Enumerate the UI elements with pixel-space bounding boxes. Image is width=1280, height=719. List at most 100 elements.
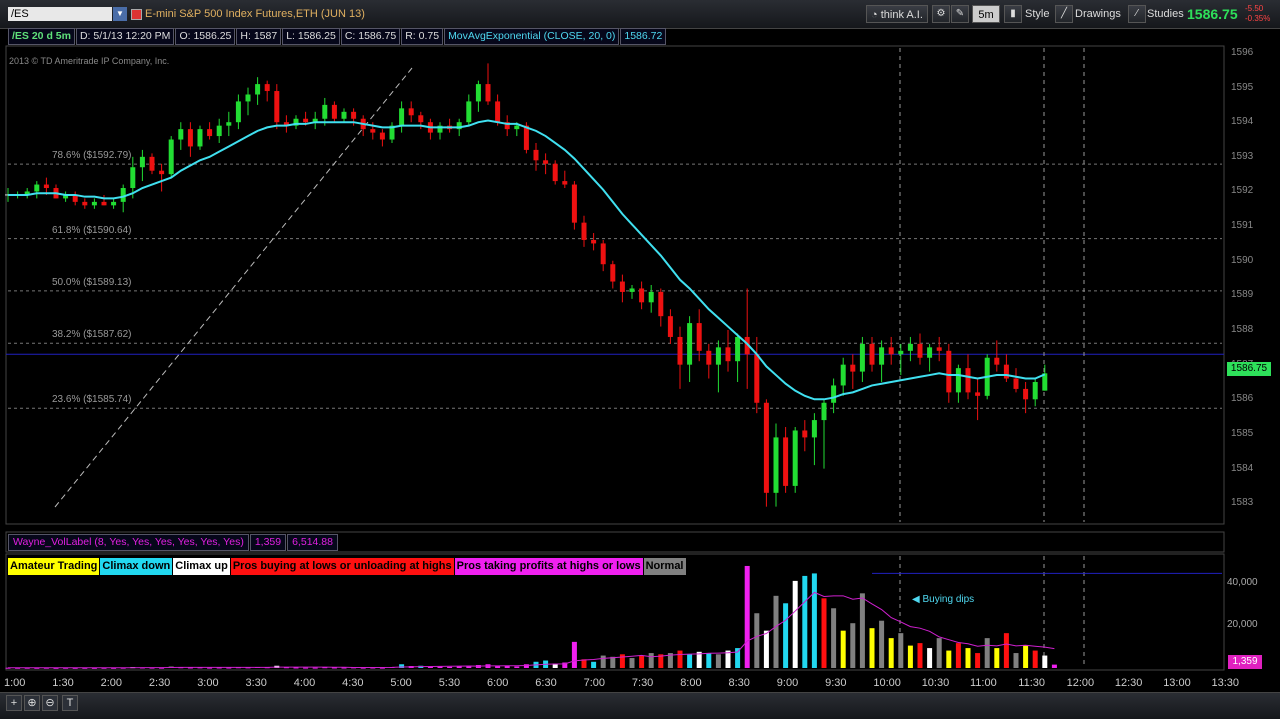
candle-body bbox=[907, 343, 913, 351]
price-axis-label: 1584 bbox=[1231, 462, 1254, 474]
volume-bar bbox=[821, 598, 827, 668]
volume-bar bbox=[293, 667, 299, 669]
candle-body bbox=[965, 368, 971, 393]
volume-bar bbox=[869, 628, 875, 668]
candle-body bbox=[936, 347, 942, 351]
volume-bar bbox=[975, 653, 981, 668]
candle-body bbox=[648, 291, 654, 303]
candle-body bbox=[408, 108, 414, 116]
fib-level-label: 61.8% ($1590.64) bbox=[52, 224, 132, 236]
legend-item: Amateur Trading bbox=[8, 558, 100, 575]
volume-bar bbox=[312, 667, 318, 669]
time-axis-label: 11:00 bbox=[970, 677, 997, 689]
candle-body bbox=[859, 343, 865, 372]
volume-bar bbox=[629, 658, 635, 668]
volume-bar bbox=[754, 613, 760, 668]
legend-item: Climax down bbox=[100, 558, 173, 575]
candle-body bbox=[696, 323, 702, 351]
candle-body bbox=[370, 129, 376, 133]
volume-study-value-2: 6,514.88 bbox=[287, 534, 338, 551]
candle-body bbox=[168, 139, 174, 175]
candle-body bbox=[245, 94, 251, 102]
volume-study-name[interactable]: Wayne_VolLabel (8, Yes, Yes, Yes, Yes, Y… bbox=[8, 534, 249, 551]
candle-body bbox=[639, 288, 645, 303]
candle-body bbox=[1032, 381, 1038, 400]
candle-body bbox=[754, 354, 760, 403]
time-axis-label: 1:00 bbox=[4, 677, 26, 689]
candle-body bbox=[821, 402, 827, 421]
candle-body bbox=[725, 347, 731, 362]
price-axis-label: 1583 bbox=[1231, 497, 1254, 509]
candle-body bbox=[187, 129, 193, 147]
volume-bar bbox=[811, 573, 817, 668]
candle-body bbox=[946, 350, 952, 393]
candle-body bbox=[927, 347, 933, 358]
legend-item: Pros taking profits at highs or lows bbox=[454, 558, 643, 575]
candle-body bbox=[1013, 378, 1019, 389]
candle-body bbox=[888, 347, 894, 355]
volume-bar bbox=[879, 620, 885, 668]
volume-bar bbox=[1051, 664, 1057, 668]
candle-body bbox=[149, 156, 155, 171]
time-axis-label: 13:00 bbox=[1163, 677, 1191, 689]
time-axis-label: 11:30 bbox=[1018, 677, 1046, 689]
volume-axis-label: 20,000 bbox=[1227, 619, 1258, 630]
candle-body bbox=[130, 167, 136, 189]
price-axis-label: 1591 bbox=[1231, 220, 1254, 232]
candle-body bbox=[667, 316, 673, 337]
candle-body bbox=[495, 101, 501, 123]
price-axis-label: 1588 bbox=[1231, 324, 1254, 336]
zoom-in-icon[interactable]: ⊕ bbox=[24, 695, 40, 711]
candle-body bbox=[840, 364, 846, 386]
candle-body bbox=[994, 357, 1000, 365]
candle-body bbox=[543, 160, 549, 164]
text-tool-icon[interactable]: T bbox=[62, 695, 78, 711]
candle-body bbox=[715, 347, 721, 365]
candle-body bbox=[571, 184, 577, 223]
candle-body bbox=[1003, 364, 1009, 379]
volume-bar bbox=[802, 575, 808, 668]
time-axis-label: 13:30 bbox=[1211, 677, 1240, 689]
price-axis-label: 1590 bbox=[1231, 254, 1254, 266]
legend-item: Climax up bbox=[173, 558, 230, 575]
volume-bar bbox=[735, 648, 741, 668]
candle-body bbox=[581, 222, 587, 240]
candle-body bbox=[216, 125, 222, 137]
candle-body bbox=[917, 343, 923, 358]
candle-body bbox=[792, 430, 798, 486]
candle-body bbox=[591, 239, 597, 244]
volume-legend: Amateur Trading Climax down Climax up Pros … bbox=[8, 558, 687, 575]
candle-body bbox=[178, 129, 184, 140]
candle-body bbox=[850, 364, 856, 372]
price-axis-label: 1595 bbox=[1231, 81, 1254, 93]
volume-average-line bbox=[7, 591, 1055, 669]
volume-bar bbox=[1042, 655, 1048, 668]
candle-body bbox=[274, 91, 280, 123]
candle-body bbox=[735, 336, 741, 362]
volume-bar bbox=[888, 638, 894, 668]
price-chart[interactable] bbox=[0, 0, 1280, 718]
volume-bar bbox=[783, 603, 789, 668]
time-axis-label: 4:00 bbox=[293, 677, 316, 689]
candle-body bbox=[975, 392, 981, 396]
time-axis-label: 10:30 bbox=[921, 677, 950, 689]
candle-body bbox=[773, 437, 779, 493]
candle-body bbox=[101, 201, 107, 206]
volume-bar bbox=[303, 667, 309, 669]
zoom-out-icon[interactable]: ⊖ bbox=[42, 695, 58, 711]
candle-body bbox=[869, 343, 875, 365]
time-axis-label: 3:00 bbox=[197, 677, 219, 689]
volume-bar bbox=[523, 664, 529, 668]
candle-body bbox=[475, 84, 481, 102]
volume-bar bbox=[840, 630, 846, 668]
candle-body bbox=[811, 420, 817, 438]
candle-body bbox=[485, 84, 491, 102]
candle-body bbox=[955, 368, 961, 393]
price-axis-label: 1586 bbox=[1231, 393, 1254, 405]
candle-body bbox=[523, 125, 529, 150]
candle-body bbox=[658, 291, 664, 317]
fib-level-label: 78.6% ($1592.79) bbox=[52, 150, 132, 162]
bottom-toolbar: + ⊕ ⊖ T bbox=[0, 692, 1280, 719]
candle-body bbox=[687, 323, 693, 365]
crosshair-tool-icon[interactable]: + bbox=[6, 695, 22, 711]
